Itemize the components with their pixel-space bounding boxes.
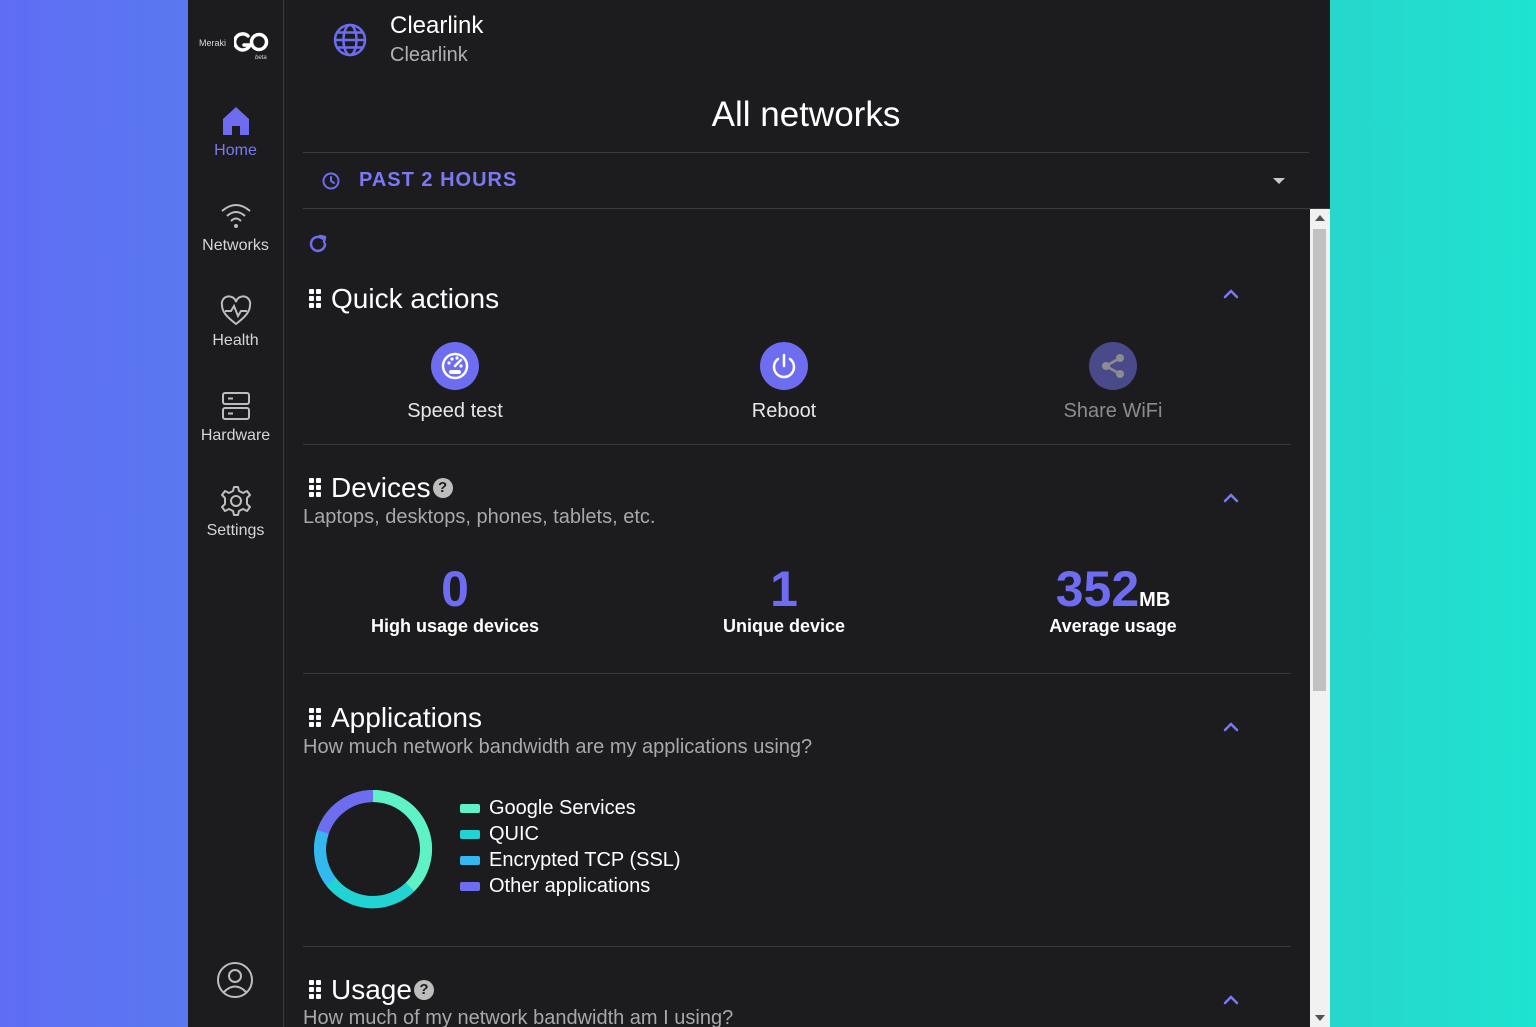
section-title-quick-actions: Quick actions [309,283,499,315]
section-title-usage: Usage ? [309,974,434,1006]
section-title-text: Quick actions [331,283,500,314]
legend-item[interactable]: QUIC [460,821,681,847]
sidebar-item-settings[interactable]: Settings [188,484,283,564]
stat-unique-devices[interactable]: 1 Unique device [654,564,914,637]
section-title-text: Usage [331,974,412,1005]
sidebar-item-label: Hardware [200,427,271,444]
legend-item[interactable]: Encrypted TCP (SSL) [460,847,681,873]
donut-segment-other-applications [317,790,374,835]
applications-legend: Google Services QUIC Encrypted TCP (SSL)… [460,795,681,899]
chevron-up-icon[interactable] [1220,283,1242,305]
time-range-label: PAST 2 HOURS [359,169,518,191]
sidebar-item-label: Health [212,332,259,349]
sidebar: Meraki beta Home Networks Health Hardwar… [188,0,284,1027]
scroll-up-arrow-icon[interactable] [1315,215,1325,221]
share-icon [1089,342,1137,390]
time-range-dropdown[interactable]: PAST 2 HOURS [303,153,1309,208]
section-title-text: Applications [331,702,482,733]
drag-handle-icon[interactable] [309,708,323,728]
legend-item[interactable]: Other applications [460,873,681,899]
section-title-devices: Devices ? [309,472,453,504]
go-logo-icon [234,32,269,52]
legend-label: QUIC [489,822,539,845]
share-wifi-label: Share WiFi [1063,400,1163,422]
legend-item[interactable]: Google Services [460,795,681,821]
gear-icon [220,486,251,516]
scrollbar-thumb[interactable] [1313,229,1326,691]
section-title-applications: Applications [309,702,482,734]
share-wifi-button[interactable]: Share WiFi [1013,342,1213,423]
divider [303,444,1291,445]
speedometer-icon [431,342,479,390]
stat-value: 352 [1055,561,1140,617]
refresh-icon[interactable] [307,233,329,255]
legend-label: Other applications [489,874,651,897]
drag-handle-icon[interactable] [309,980,323,1000]
clock-icon [322,172,340,190]
scroll-down-arrow-icon[interactable] [1315,1015,1325,1021]
dashboard-content: Quick actions Speed test Reboot Share Wi… [303,209,1309,1027]
stat-high-usage-devices[interactable]: 0 High usage devices [325,564,585,637]
section-subtitle: Laptops, desktops, phones, tablets, etc. [303,506,656,528]
legend-swatch [460,829,480,839]
user-circle-icon[interactable] [216,961,254,999]
chevron-up-icon[interactable] [1220,487,1242,509]
heart-pulse-icon [220,295,251,326]
stat-value: 1 [770,561,798,617]
stat-label: Unique device [722,616,846,636]
legend-label: Google Services [489,796,636,819]
legend-label: Encrypted TCP (SSL) [489,848,681,871]
meraki-go-logo[interactable]: Meraki beta [198,28,274,64]
section-subtitle: How much of my network bandwidth am I us… [303,1007,734,1027]
drag-handle-icon[interactable] [309,478,323,498]
reboot-button[interactable]: Reboot [684,342,884,423]
legend-swatch [460,881,480,891]
help-icon[interactable]: ? [432,478,453,498]
sidebar-item-networks[interactable]: Networks [188,199,283,279]
logo-brand: Meraki [199,38,227,48]
sidebar-item-home[interactable]: Home [188,104,283,184]
chevron-up-icon[interactable] [1220,716,1242,738]
sidebar-item-health[interactable]: Health [188,294,283,374]
power-icon [760,342,808,390]
stat-value: 0 [441,561,469,617]
donut-segment-quic [326,878,415,909]
page-title: All networks [711,95,901,134]
sidebar-item-hardware[interactable]: Hardware [188,389,283,469]
divider [303,673,1291,674]
help-icon[interactable]: ? [413,980,434,1000]
applications-donut-chart[interactable] [311,787,435,911]
wifi-icon [220,204,251,228]
stat-label: High usage devices [370,616,540,636]
legend-swatch [460,855,480,865]
vertical-scrollbar[interactable] [1310,209,1330,1027]
sidebar-item-label: Settings [206,522,265,539]
globe-icon [333,23,367,57]
drag-handle-icon[interactable] [309,289,323,309]
donut-segment-google-services [372,790,433,892]
speed-test-button[interactable]: Speed test [355,342,555,423]
stat-average-usage[interactable]: 352MB Average usage [983,564,1243,637]
stat-unit: MB [1139,589,1171,611]
org-subtitle: Clearlink [390,44,468,66]
donut-segment-encrypted-tcp [313,830,336,886]
org-name[interactable]: Clearlink [390,12,483,40]
divider [303,946,1291,947]
app-window: Meraki beta Home Networks Health Hardwar… [188,0,1330,1027]
home-icon [222,107,249,135]
legend-swatch [460,803,480,813]
logo-beta-tag: beta [255,55,267,61]
stat-label: Average usage [1049,616,1177,636]
section-subtitle: How much network bandwidth are my applic… [303,736,813,758]
chevron-up-icon[interactable] [1220,989,1242,1011]
reboot-label: Reboot [751,400,817,422]
section-title-text: Devices [331,472,431,503]
server-icon [221,392,250,420]
sidebar-item-label: Home [214,142,257,159]
caret-down-icon [1273,178,1285,184]
sidebar-item-label: Networks [202,237,269,254]
speed-test-label: Speed test [407,400,503,422]
